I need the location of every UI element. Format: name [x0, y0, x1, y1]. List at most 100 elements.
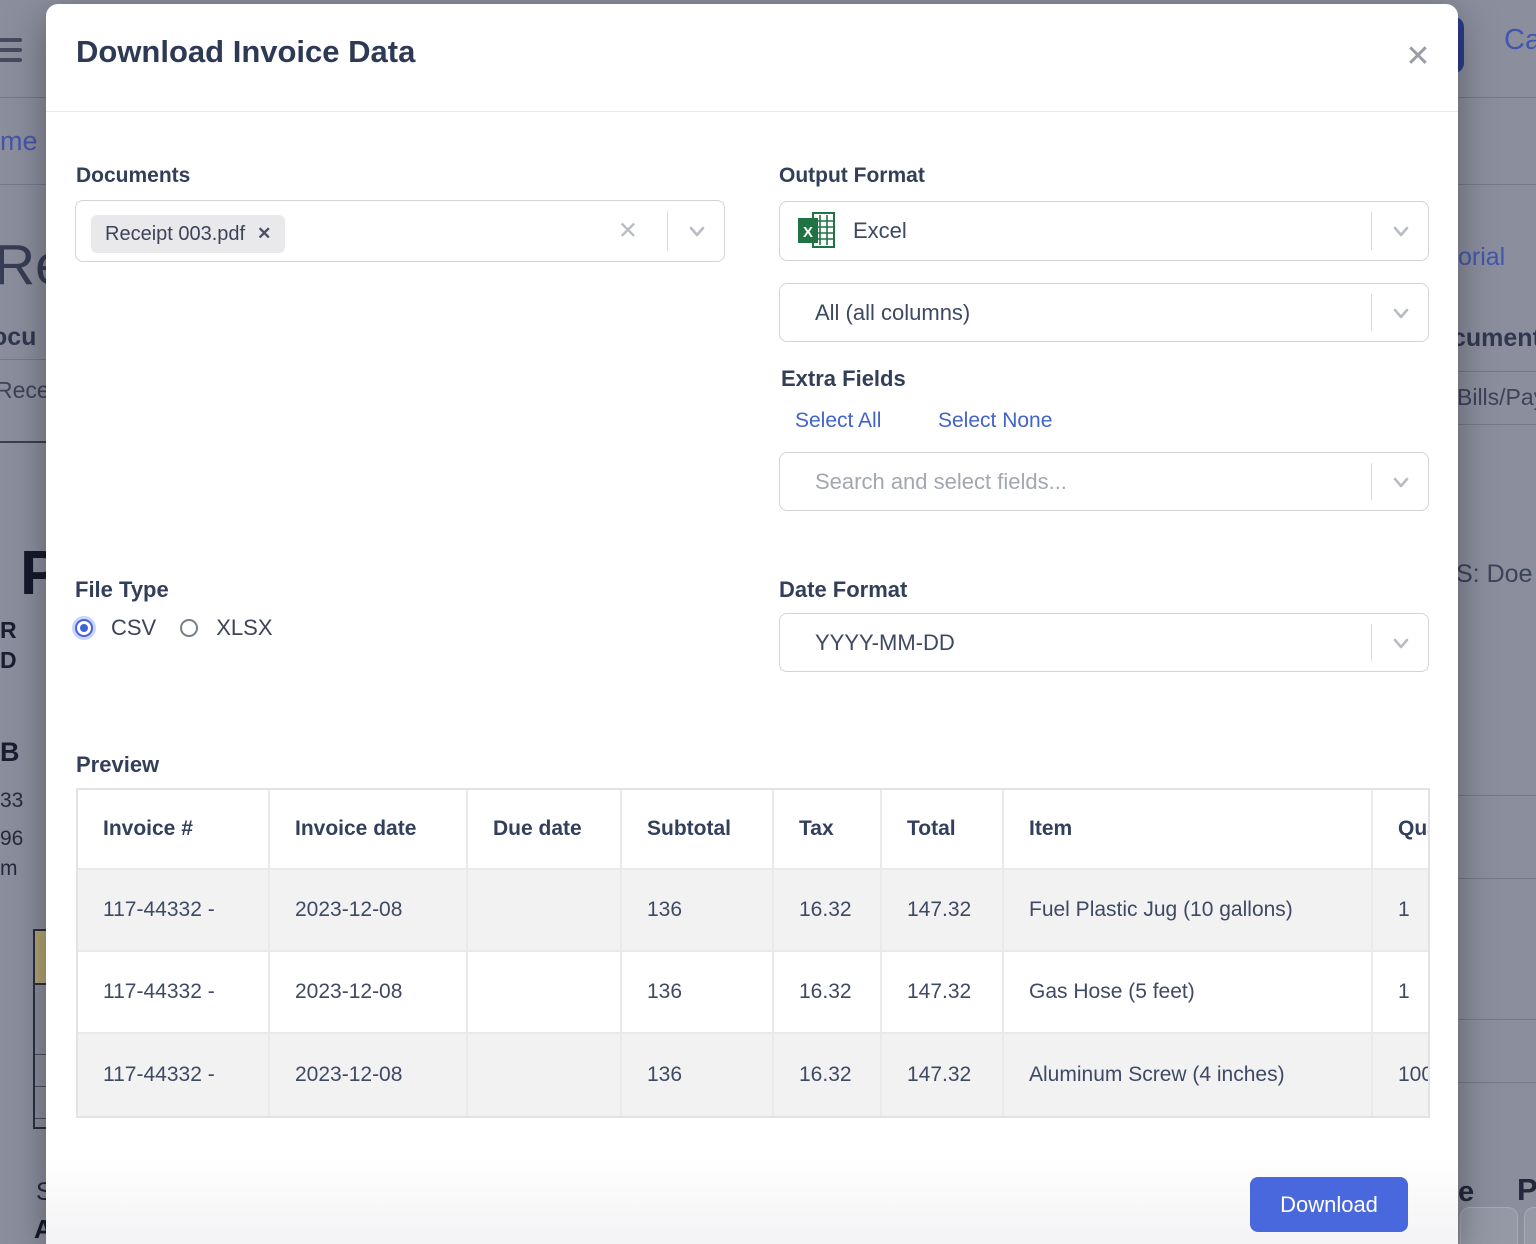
chip-remove-icon[interactable]: ✕ — [257, 224, 271, 244]
select-all-link[interactable]: Select All — [795, 409, 881, 433]
table-cell: 117-44332 - — [78, 870, 270, 952]
table-header-cell: Quantity — [1373, 790, 1430, 870]
chevron-down-icon[interactable] — [1390, 632, 1412, 654]
background-cancel-link: Ca — [1504, 24, 1536, 57]
document-chip-label: Receipt 003.pdf — [105, 223, 245, 246]
date-format-select[interactable]: YYYY-MM-DD — [779, 613, 1429, 672]
csv-radio[interactable] — [75, 619, 93, 637]
extra-fields-label: Extra Fields — [781, 366, 906, 392]
table-row: 117-44332 - 2023-12-08 136 16.32 147.32 … — [78, 952, 1430, 1034]
xlsx-radio[interactable] — [180, 619, 198, 637]
background-input-box — [1524, 1207, 1536, 1244]
table-cell: Aluminum Screw (4 inches) — [1004, 1034, 1373, 1116]
table-header-cell: Tax — [774, 790, 882, 870]
table-cell — [468, 870, 622, 952]
table-cell: 136 — [622, 870, 774, 952]
hamburger-menu-icon — [0, 38, 22, 68]
background-divider — [1458, 371, 1536, 372]
table-cell: Fuel Plastic Jug (10 gallons) — [1004, 870, 1373, 952]
background-documents-label: ocu — [0, 323, 36, 352]
background-bills-row: Bills/Pay — [1457, 384, 1536, 411]
page: Ca me Re ocu Rece P R D B 33 96 m S A or… — [0, 0, 1536, 1244]
table-cell — [468, 952, 622, 1034]
background-input-box — [1460, 1207, 1518, 1244]
output-format-label: Output Format — [779, 164, 925, 188]
background-documents-label: cument — [1452, 324, 1536, 353]
select-divider — [1371, 463, 1372, 500]
table-cell: 1 — [1373, 952, 1430, 1034]
background-column-header: P — [1517, 1172, 1536, 1208]
preview-table: Invoice # Invoice date Due date Subtotal… — [76, 788, 1430, 1118]
table-header-row: Invoice # Invoice date Due date Subtotal… — [78, 790, 1430, 870]
table-cell: 136 — [622, 1034, 774, 1116]
select-divider — [1371, 212, 1372, 250]
close-icon[interactable]: ✕ — [1396, 34, 1440, 78]
xlsx-radio-label[interactable]: XLSX — [216, 615, 272, 641]
table-cell: 147.32 — [882, 952, 1004, 1034]
chevron-down-icon[interactable] — [1390, 220, 1412, 242]
preview-label: Preview — [76, 752, 159, 778]
search-placeholder: Search and select fields... — [815, 469, 1067, 495]
table-cell: Gas Hose (5 feet) — [1004, 952, 1373, 1034]
table-header-cell: Invoice date — [270, 790, 468, 870]
excel-icon: X — [796, 211, 838, 251]
extra-fields-search-select[interactable]: Search and select fields... — [779, 452, 1429, 511]
table-cell: 16.32 — [774, 870, 882, 952]
columns-select[interactable]: All (all columns) — [779, 283, 1429, 342]
modal-title: Download Invoice Data — [76, 34, 415, 70]
background-divider — [0, 359, 46, 360]
output-format-select[interactable]: X Excel — [779, 201, 1429, 261]
download-button[interactable]: Download — [1250, 1177, 1408, 1232]
table-cell: 100 — [1373, 1034, 1430, 1116]
background-receipt-text: B — [0, 737, 20, 768]
table-cell: 147.32 — [882, 1034, 1004, 1116]
table-cell: 147.32 — [882, 870, 1004, 952]
chevron-down-icon[interactable] — [686, 220, 708, 242]
table-header-cell: Item — [1004, 790, 1373, 870]
background-supplier-row: S: Doe J — [1456, 560, 1536, 589]
table-cell: 1 — [1373, 870, 1430, 952]
background-divider — [1458, 1082, 1536, 1083]
output-format-value: Excel — [853, 218, 907, 244]
table-cell: 136 — [622, 952, 774, 1034]
chevron-down-icon[interactable] — [1390, 302, 1412, 324]
table-cell: 2023-12-08 — [270, 952, 468, 1034]
table-header-cell: Total — [882, 790, 1004, 870]
background-divider — [0, 441, 46, 443]
table-cell — [468, 1034, 622, 1116]
background-tutorial-link: orial — [1458, 243, 1505, 272]
background-receipt-row: Rece — [0, 377, 50, 404]
background-column-header: e — [1458, 1176, 1474, 1209]
table-cell: 117-44332 - — [78, 952, 270, 1034]
table-cell: 2023-12-08 — [270, 1034, 468, 1116]
table-header-cell: Due date — [468, 790, 622, 870]
document-chip: Receipt 003.pdf ✕ — [91, 215, 285, 253]
table-row: 117-44332 - 2023-12-08 136 16.32 147.32 … — [78, 870, 1430, 952]
chevron-down-icon[interactable] — [1390, 471, 1412, 493]
csv-radio-label[interactable]: CSV — [111, 615, 156, 641]
columns-select-value: All (all columns) — [815, 300, 970, 326]
clear-icon[interactable]: ✕ — [618, 217, 638, 246]
table-cell: 16.32 — [774, 952, 882, 1034]
background-home-link: me — [0, 126, 38, 157]
table-header-cell: Subtotal — [622, 790, 774, 870]
svg-text:X: X — [803, 224, 813, 241]
select-divider — [1371, 294, 1372, 331]
date-format-value: YYYY-MM-DD — [815, 630, 955, 656]
modal-footer — [46, 1156, 1458, 1244]
select-none-link[interactable]: Select None — [938, 409, 1052, 433]
documents-label: Documents — [76, 164, 190, 188]
background-receipt-text: D — [0, 647, 17, 674]
select-divider — [667, 211, 668, 251]
table-cell: 16.32 — [774, 1034, 882, 1116]
file-type-label: File Type — [75, 577, 169, 603]
background-divider — [1458, 795, 1536, 796]
background-receipt-text: 96 — [0, 827, 23, 851]
table-cell: 2023-12-08 — [270, 870, 468, 952]
background-receipt-text: 33 — [0, 789, 23, 813]
download-invoice-modal: Download Invoice Data ✕ Documents Receip… — [46, 4, 1458, 1244]
table-header-cell: Invoice # — [78, 790, 270, 870]
table-cell: 117-44332 - — [78, 1034, 270, 1116]
documents-multiselect[interactable]: Receipt 003.pdf ✕ ✕ — [75, 200, 725, 262]
date-format-label: Date Format — [779, 577, 907, 603]
